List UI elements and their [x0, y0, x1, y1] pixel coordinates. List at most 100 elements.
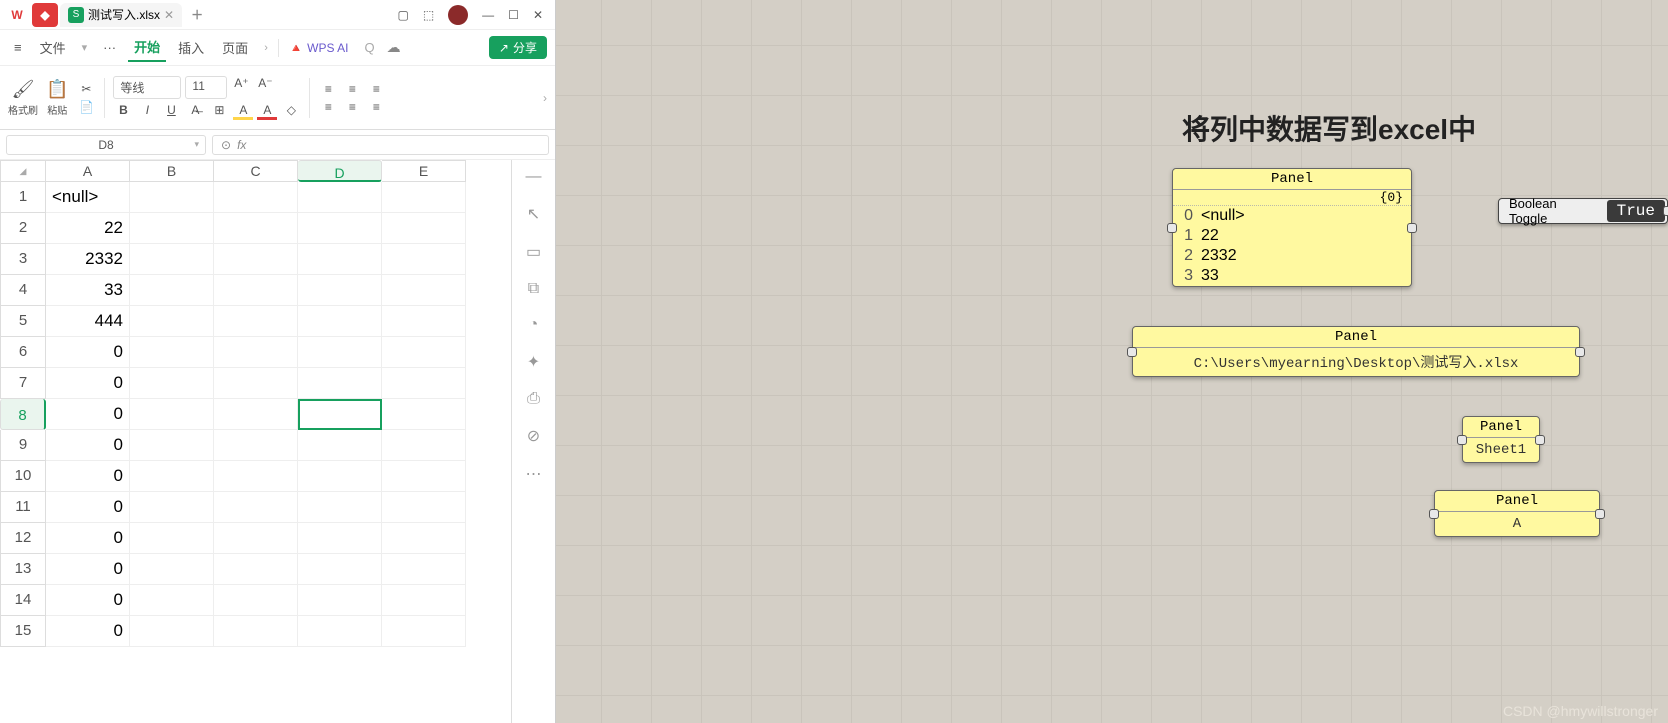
input-grip[interactable] — [1167, 223, 1177, 233]
column-header-A[interactable]: A — [46, 160, 130, 182]
copy-icon[interactable]: 📄 — [76, 100, 96, 114]
cell-E1[interactable] — [382, 182, 466, 213]
cell-E12[interactable] — [382, 523, 466, 554]
row-header-1[interactable]: 1 — [0, 182, 46, 213]
column-header-B[interactable]: B — [130, 160, 214, 182]
row-header-6[interactable]: 6 — [0, 337, 46, 368]
row-header-3[interactable]: 3 — [0, 244, 46, 275]
panel-collapse-icon[interactable]: — — [526, 168, 542, 186]
cell-A15[interactable]: 0 — [46, 616, 130, 647]
output-grip[interactable] — [1663, 206, 1668, 216]
user-avatar[interactable] — [448, 5, 468, 25]
cell-E7[interactable] — [382, 368, 466, 399]
cell-E14[interactable] — [382, 585, 466, 616]
font-select[interactable]: 等线 — [113, 76, 181, 99]
cell-E11[interactable] — [382, 492, 466, 523]
cell-C1[interactable] — [214, 182, 298, 213]
underline-icon[interactable]: U — [161, 103, 181, 120]
cell-A5[interactable]: 444 — [46, 306, 130, 337]
cell-A14[interactable]: 0 — [46, 585, 130, 616]
cut-icon[interactable]: ✂ — [76, 82, 96, 96]
decrease-font-icon[interactable]: A⁻ — [255, 76, 275, 99]
cell-D15[interactable] — [298, 616, 382, 647]
cell-B2[interactable] — [130, 213, 214, 244]
cell-B10[interactable] — [130, 461, 214, 492]
cell-D13[interactable] — [298, 554, 382, 585]
cell-C12[interactable] — [214, 523, 298, 554]
close-tab-icon[interactable]: ✕ — [164, 8, 174, 22]
select-tool-icon[interactable]: ▭ — [526, 242, 541, 262]
cell-C5[interactable] — [214, 306, 298, 337]
cell-D3[interactable] — [298, 244, 382, 275]
row-header-12[interactable]: 12 — [0, 523, 46, 554]
cell-A8[interactable]: 0 — [46, 399, 130, 430]
cell-A11[interactable]: 0 — [46, 492, 130, 523]
cell-D9[interactable] — [298, 430, 382, 461]
cell-B12[interactable] — [130, 523, 214, 554]
cloud-icon[interactable]: ☁ — [387, 39, 401, 56]
menu-more[interactable]: ··· — [97, 36, 122, 59]
cell-C4[interactable] — [214, 275, 298, 306]
column-panel[interactable]: Panel A — [1434, 490, 1600, 537]
cell-B3[interactable] — [130, 244, 214, 275]
cell-C6[interactable] — [214, 337, 298, 368]
align-right-icon[interactable]: ≡ — [366, 100, 386, 114]
cell-A2[interactable]: 22 — [46, 213, 130, 244]
cell-B6[interactable] — [130, 337, 214, 368]
cell-B15[interactable] — [130, 616, 214, 647]
data-panel[interactable]: Panel {0} 0<null>12222332333 — [1172, 168, 1412, 287]
toggle-value[interactable]: True — [1607, 200, 1665, 222]
cell-C10[interactable] — [214, 461, 298, 492]
file-tab[interactable]: S 测试写入.xlsx ✕ — [60, 3, 182, 27]
align-left-icon[interactable]: ≡ — [318, 100, 338, 114]
column-header-C[interactable]: C — [214, 160, 298, 182]
format-brush[interactable]: 🖌格式刷 — [8, 79, 38, 117]
cell-E6[interactable] — [382, 337, 466, 368]
cell-D10[interactable] — [298, 461, 382, 492]
grasshopper-canvas[interactable]: 将列中数据写到excel中 Panel {0} 0<null>122223323… — [556, 0, 1668, 723]
font-size-select[interactable]: 11 — [185, 76, 227, 99]
tools-icon[interactable]: ✦ — [527, 352, 540, 372]
row-header-13[interactable]: 13 — [0, 554, 46, 585]
cell-D8[interactable] — [298, 399, 382, 430]
cell-E8[interactable] — [382, 399, 466, 430]
cell-D12[interactable] — [298, 523, 382, 554]
cell-A10[interactable]: 0 — [46, 461, 130, 492]
align-mid-icon[interactable]: ≡ — [342, 82, 362, 96]
increase-font-icon[interactable]: A⁺ — [231, 76, 251, 99]
align-center-icon[interactable]: ≡ — [342, 100, 362, 114]
align-top-icon[interactable]: ≡ — [318, 82, 338, 96]
cell-D6[interactable] — [298, 337, 382, 368]
cell-E9[interactable] — [382, 430, 466, 461]
column-header-E[interactable]: E — [382, 160, 466, 182]
help-icon[interactable]: ⊘ — [527, 426, 540, 446]
window-split-icon[interactable]: ▢ — [397, 8, 408, 22]
clear-format-icon[interactable]: ◇ — [281, 103, 301, 120]
output-grip[interactable] — [1575, 347, 1585, 357]
wps-home-icon[interactable]: ◆ — [32, 3, 58, 27]
window-cube-icon[interactable]: ⬚ — [423, 8, 434, 22]
cell-C15[interactable] — [214, 616, 298, 647]
cell-A4[interactable]: 33 — [46, 275, 130, 306]
chevron-right-icon[interactable]: › — [260, 42, 272, 54]
cell-C14[interactable] — [214, 585, 298, 616]
cell-D4[interactable] — [298, 275, 382, 306]
row-header-11[interactable]: 11 — [0, 492, 46, 523]
cell-C9[interactable] — [214, 430, 298, 461]
cell-B14[interactable] — [130, 585, 214, 616]
column-header-D[interactable]: D — [298, 160, 382, 182]
wps-app-icon[interactable]: W — [4, 3, 30, 27]
border-icon[interactable]: ⊞ — [209, 103, 229, 120]
cell-B7[interactable] — [130, 368, 214, 399]
cell-D11[interactable] — [298, 492, 382, 523]
cell-D5[interactable] — [298, 306, 382, 337]
hamburger-icon[interactable]: ≡ — [8, 36, 28, 59]
cell-D2[interactable] — [298, 213, 382, 244]
output-grip[interactable] — [1535, 435, 1545, 445]
row-header-15[interactable]: 15 — [0, 616, 46, 647]
wps-ai-button[interactable]: 🔺 WPS AI — [285, 41, 353, 55]
cell-D14[interactable] — [298, 585, 382, 616]
italic-icon[interactable]: I — [137, 103, 157, 120]
pointer-tool-icon[interactable]: ↖ — [527, 204, 540, 224]
spreadsheet-grid[interactable]: ◢ ABCDE 123456789101112131415 <null>2223… — [0, 160, 555, 723]
